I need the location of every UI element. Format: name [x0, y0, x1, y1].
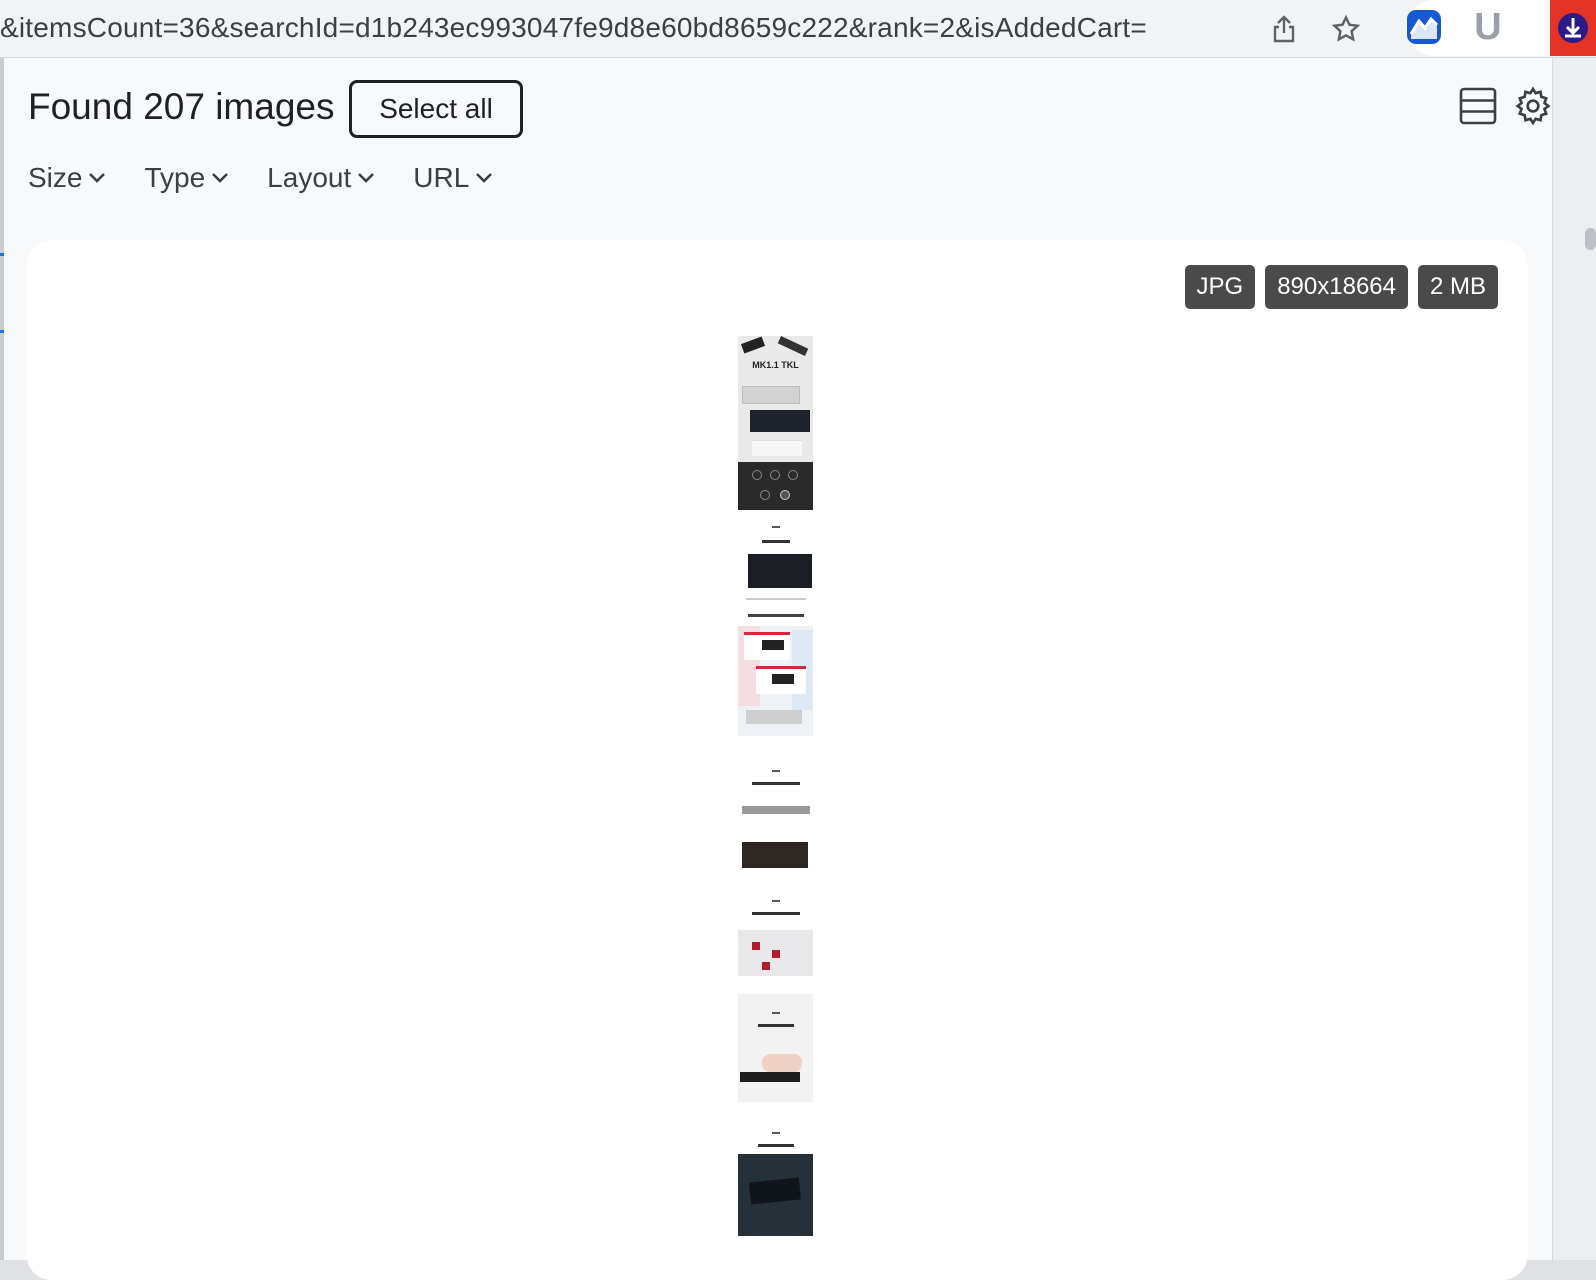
- gear-icon[interactable]: [1511, 84, 1555, 128]
- thumb-software-section: [738, 626, 813, 736]
- thumb-keyboard-dark: [738, 824, 813, 884]
- chevron-down-icon: [476, 173, 493, 183]
- thumb-section-02: [738, 736, 813, 824]
- list-view-icon[interactable]: [1456, 84, 1500, 128]
- filter-size-dropdown[interactable]: Size: [28, 162, 106, 194]
- filter-label: Type: [144, 162, 206, 193]
- thumb-section-04: [738, 994, 813, 1102]
- dimensions-badge: 890x18664: [1265, 265, 1408, 309]
- chevron-down-icon: [358, 173, 375, 183]
- format-badge: JPG: [1184, 265, 1256, 309]
- filter-label: Size: [28, 162, 83, 193]
- thumb-keyboard-dark-scene: [738, 1154, 813, 1236]
- filter-label: Layout: [267, 162, 352, 193]
- filter-bar: Size Type Layout URL: [28, 162, 493, 194]
- image-downloader-extension-icon[interactable]: [1550, 0, 1596, 56]
- filter-label: URL: [413, 162, 470, 193]
- thumb-section-05: [738, 1102, 813, 1154]
- image-info-badges: JPG 890x18664 2 MB: [1184, 265, 1498, 309]
- chevron-down-icon: [212, 173, 229, 183]
- filter-url-dropdown[interactable]: URL: [413, 162, 493, 194]
- u-extension-icon[interactable]: U: [1466, 6, 1510, 48]
- stocks-extension-icon[interactable]: [1402, 6, 1446, 48]
- image-card[interactable]: JPG 890x18664 2 MB MK1.1 TKL: [26, 240, 1528, 1280]
- found-images-title: Found 207 images: [28, 86, 335, 127]
- scrollbar-thumb[interactable]: [1585, 228, 1596, 250]
- thumb-hero-section: MK1.1 TKL: [738, 336, 813, 462]
- thumb-feature-icons: [738, 462, 813, 510]
- filter-type-dropdown[interactable]: Type: [144, 162, 229, 194]
- chevron-down-icon: [89, 173, 106, 183]
- filesize-badge: 2 MB: [1417, 265, 1498, 309]
- share-icon[interactable]: [1262, 8, 1306, 50]
- image-thumbnail[interactable]: MK1.1 TKL: [738, 336, 813, 1236]
- filter-layout-dropdown[interactable]: Layout: [267, 162, 375, 194]
- thumb-section-03: [738, 884, 813, 994]
- thumb-product-title: MK1.1 TKL: [752, 360, 799, 370]
- bookmark-star-icon[interactable]: [1324, 8, 1368, 50]
- browser-toolbar: &itemsCount=36&searchId=d1b243ec993047fe…: [0, 0, 1596, 58]
- select-all-button[interactable]: Select all: [349, 80, 523, 138]
- thumb-section-01: [738, 510, 813, 626]
- address-bar-url[interactable]: &itemsCount=36&searchId=d1b243ec993047fe…: [0, 12, 1230, 44]
